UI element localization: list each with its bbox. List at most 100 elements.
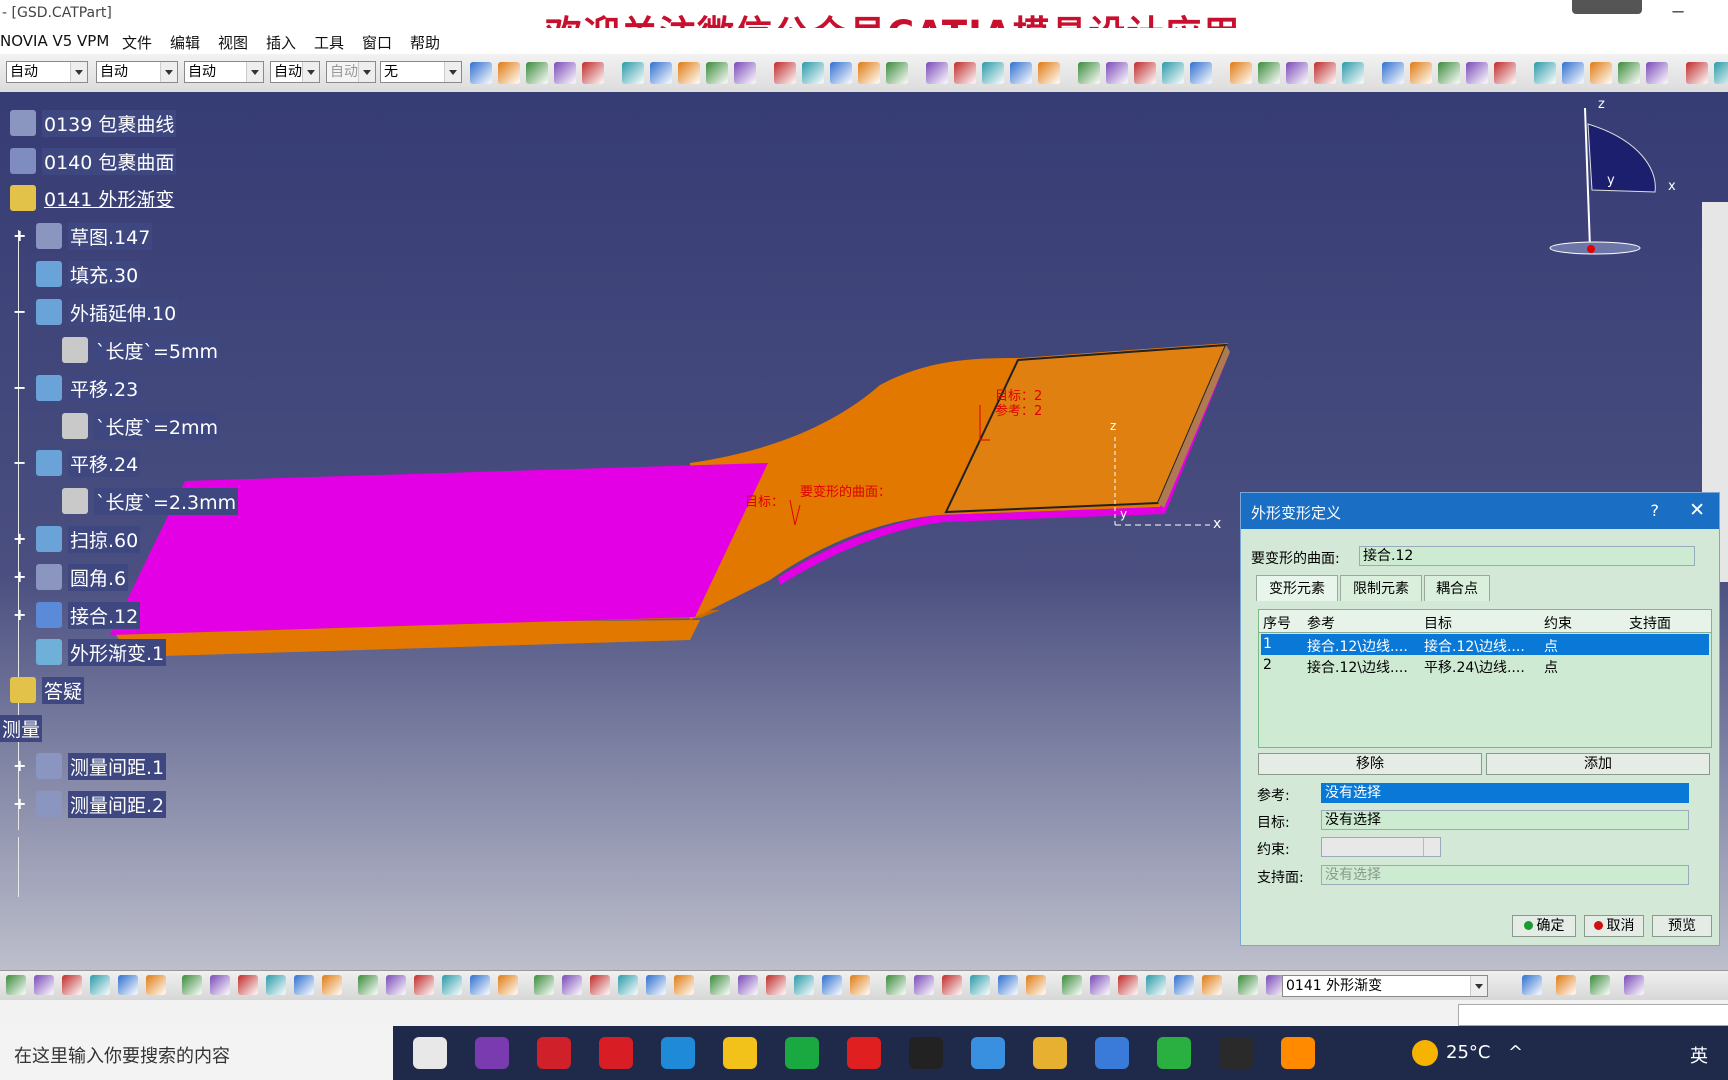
combo-6[interactable]: 无 (380, 61, 462, 83)
tree-item[interactable]: 圆角.6 (36, 562, 129, 592)
toolbar-tool-icon[interactable] (414, 975, 434, 995)
expand-icon[interactable]: + (13, 758, 26, 774)
tree-item[interactable]: `长度`=2.3mm (62, 486, 239, 516)
toolbar-tool-icon[interactable] (470, 975, 490, 995)
toolbar-tool-icon[interactable] (678, 62, 700, 84)
combo-4[interactable]: 自动 (270, 61, 320, 83)
remove-button[interactable]: 移除 (1258, 753, 1482, 775)
menu-item-file[interactable]: 文件 (122, 32, 152, 53)
toolbar-tool-icon[interactable] (1162, 62, 1184, 84)
command-input[interactable] (1458, 1004, 1728, 1026)
surface-field[interactable]: 接合.12 (1359, 546, 1695, 566)
toolbar-tool-icon[interactable] (1522, 975, 1542, 995)
tab-coupling[interactable]: 耦合点 (1424, 575, 1490, 601)
collapse-icon[interactable]: − (13, 304, 26, 320)
toolbar-tool-icon[interactable] (1238, 975, 1258, 995)
toolbar-tool-icon[interactable] (1078, 62, 1100, 84)
toolbar-tool-icon[interactable] (998, 975, 1018, 995)
toolbar-tool-icon[interactable] (650, 62, 672, 84)
toolbar-tool-icon[interactable] (562, 975, 582, 995)
col-support[interactable]: 支持面 (1629, 613, 1671, 633)
toolbar-tool-icon[interactable] (358, 975, 378, 995)
toolbar-tool-icon[interactable] (1190, 62, 1212, 84)
tree-item[interactable]: 外形渐变.1 (36, 637, 167, 667)
tab-deformation[interactable]: 变形元素 (1256, 575, 1338, 601)
close-button[interactable]: ✕ (1689, 499, 1705, 521)
combo-3[interactable]: 自动 (184, 61, 264, 83)
toolbar-tool-icon[interactable] (970, 975, 990, 995)
collapse-icon[interactable]: − (13, 380, 26, 396)
toolbar-tool-icon[interactable] (738, 975, 758, 995)
menu-item-edit[interactable]: 编辑 (170, 32, 200, 53)
compass-quadrant[interactable] (1587, 123, 1656, 193)
toolbar-tool-icon[interactable] (1438, 62, 1460, 84)
col-no[interactable]: 序号 (1263, 613, 1291, 633)
toolbar-tool-icon[interactable] (1534, 62, 1556, 84)
target-field[interactable]: 没有选择 (1321, 810, 1689, 830)
toolbar-tool-icon[interactable] (1714, 62, 1728, 84)
toolbar-tool-icon[interactable] (710, 975, 730, 995)
toolbar-tool-icon[interactable] (182, 975, 202, 995)
toolbar-tool-icon[interactable] (1230, 62, 1252, 84)
tree-item[interactable]: 扫掠.60 (36, 524, 141, 554)
toolbar-tool-icon[interactable] (294, 975, 314, 995)
toolbar-tool-icon[interactable] (734, 62, 756, 84)
col-constraint[interactable]: 约束 (1544, 613, 1572, 633)
col-target[interactable]: 目标 (1424, 613, 1452, 633)
toolbar-tool-icon[interactable] (1026, 975, 1046, 995)
tree-item[interactable]: 草图.147 (36, 221, 153, 251)
toolbar-tool-icon[interactable] (1590, 62, 1612, 84)
expand-icon[interactable]: + (13, 531, 26, 547)
toolbar-tool-icon[interactable] (1118, 975, 1138, 995)
toolbar-tool-icon[interactable] (982, 62, 1004, 84)
toolbar-tool-icon[interactable] (498, 975, 518, 995)
tree-item[interactable]: 测量间距.2 (36, 789, 167, 819)
toolbar-tool-icon[interactable] (582, 62, 604, 84)
toolbar-tool-icon[interactable] (858, 62, 880, 84)
tree-item[interactable]: 0140 包裹曲面 (10, 146, 177, 176)
temperature[interactable]: 25°C (1446, 1042, 1490, 1063)
tree-item[interactable]: 平移.23 (36, 373, 141, 403)
taskbar-app-icon[interactable] (661, 1037, 695, 1069)
toolbar-tool-icon[interactable] (802, 62, 824, 84)
chevron-up-icon[interactable]: ^ (1508, 1042, 1523, 1063)
collapse-icon[interactable]: − (13, 455, 26, 471)
current-feature-combo[interactable]: 0141 外形渐变 (1282, 975, 1488, 997)
toolbar-tool-icon[interactable] (322, 975, 342, 995)
toolbar-tool-icon[interactable] (1062, 975, 1082, 995)
toolbar-tool-icon[interactable] (942, 975, 962, 995)
toolbar-tool-icon[interactable] (62, 975, 82, 995)
taskbar-app-icon[interactable] (1281, 1037, 1315, 1069)
toolbar-tool-icon[interactable] (90, 975, 110, 995)
compass-base[interactable] (1549, 241, 1641, 255)
toolbar-tool-icon[interactable] (1410, 62, 1432, 84)
toolbar-tool-icon[interactable] (590, 975, 610, 995)
menu-item-app[interactable]: NOVIA V5 VPM (0, 32, 109, 50)
toolbar-tool-icon[interactable] (1466, 62, 1488, 84)
toolbar-tool-icon[interactable] (1562, 62, 1584, 84)
col-ref[interactable]: 参考 (1307, 613, 1335, 633)
toolbar-tool-icon[interactable] (526, 62, 548, 84)
constraint-dropdown[interactable] (1321, 837, 1441, 857)
menu-item-insert[interactable]: 插入 (266, 32, 296, 53)
toolbar-tool-icon[interactable] (1556, 975, 1576, 995)
toolbar-tool-icon[interactable] (210, 975, 230, 995)
taskbar-app-icon[interactable] (1033, 1037, 1067, 1069)
compass-handle[interactable] (1587, 245, 1595, 253)
taskbar-app-icon[interactable] (537, 1037, 571, 1069)
menu-item-window[interactable]: 窗口 (362, 32, 392, 53)
toolbar-tool-icon[interactable] (146, 975, 166, 995)
toolbar-tool-icon[interactable] (534, 975, 554, 995)
taskbar-app-icon[interactable] (413, 1037, 447, 1069)
toolbar-tool-icon[interactable] (442, 975, 462, 995)
toolbar-tool-icon[interactable] (914, 975, 934, 995)
toolbar-tool-icon[interactable] (1010, 62, 1032, 84)
toolbar-tool-icon[interactable] (706, 62, 728, 84)
support-field[interactable]: 没有选择 (1321, 865, 1689, 885)
toolbar-tool-icon[interactable] (1174, 975, 1194, 995)
tree-item[interactable]: 答疑 (10, 675, 85, 705)
toolbar-tool-icon[interactable] (1146, 975, 1166, 995)
combo-1[interactable]: 自动 (6, 61, 88, 83)
table-row[interactable]: 2 接合.12\边线.... 平移.24\边线.... 点 (1261, 655, 1709, 676)
toolbar-tool-icon[interactable] (1646, 62, 1668, 84)
